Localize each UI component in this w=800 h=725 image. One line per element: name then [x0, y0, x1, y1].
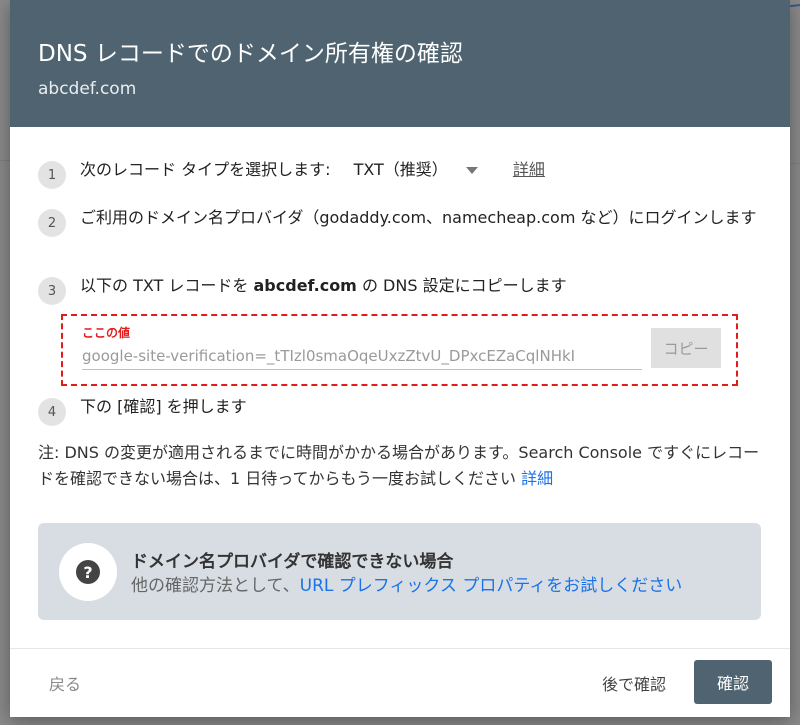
txt-record-highlight: ここの値 google-site-verification=_tTIzl0sma…: [61, 314, 738, 386]
alternative-method-box: ? ドメイン名プロバイダで確認できない場合 他の確認方法として、URL プレフィ…: [38, 523, 761, 620]
url-prefix-link[interactable]: URL プレフィックス プロパティをお試しください: [300, 576, 683, 596]
step-1: 1 次のレコード タイプを選択します: TXT（推奨） 詳細: [38, 158, 545, 189]
step-4-text: 下の [確認] を押します: [80, 397, 247, 416]
help-icon: ?: [59, 543, 117, 601]
dropdown-arrow-icon: [465, 166, 478, 174]
dialog-domain: abcdef.com: [38, 79, 137, 99]
step-number: 4: [38, 398, 66, 426]
copy-button[interactable]: コピー: [651, 328, 721, 368]
help-box-text: 他の確認方法として、: [131, 576, 300, 596]
annotation-label: ここの値: [82, 326, 131, 340]
record-type-select[interactable]: TXT（推奨）: [354, 158, 478, 182]
step-number: 1: [38, 161, 66, 189]
step-2-text: ご利用のドメイン名プロバイダ（godaddy.com、namecheap.com…: [80, 208, 757, 227]
step-1-text: 次のレコード タイプを選択します:: [80, 160, 331, 179]
step-3-text-before: 以下の TXT レコードを: [80, 276, 254, 295]
domain-verification-dialog: DNS レコードでのドメイン所有権の確認 abcdef.com 1 次のレコード…: [10, 0, 790, 717]
verify-button[interactable]: 確認: [694, 660, 772, 704]
help-box-title: ドメイン名プロバイダで確認できない場合: [131, 552, 454, 572]
detail-link[interactable]: 詳細: [513, 160, 545, 179]
step-number: 2: [38, 209, 66, 237]
dns-note: 注: DNS の変更が適用されるまでに時間がかかる場合があります。Search …: [38, 440, 768, 492]
dialog-title: DNS レコードでのドメイン所有権の確認: [38, 41, 463, 67]
txt-record-field[interactable]: google-site-verification=_tTIzl0smaOqeUx…: [82, 344, 642, 370]
step-4: 4 下の [確認] を押します: [38, 395, 247, 426]
note-text: 注: DNS の変更が適用されるまでに時間がかかる場合があります。Search …: [38, 443, 760, 488]
step-2: 2 ご利用のドメイン名プロバイダ（godaddy.com、namecheap.c…: [38, 206, 758, 237]
footer-divider: [10, 648, 790, 649]
back-button[interactable]: 戻る: [49, 671, 81, 695]
step-number: 3: [38, 277, 66, 305]
record-type-value: TXT（推奨）: [353, 160, 448, 179]
question-mark-icon: ?: [76, 560, 100, 584]
step-3: 3 以下の TXT レコードを abcdef.com の DNS 設定にコピーし…: [38, 274, 567, 305]
step-3-text-after: の DNS 設定にコピーします: [356, 276, 567, 295]
dialog-header: DNS レコードでのドメイン所有権の確認 abcdef.com: [10, 0, 790, 127]
step-3-domain: abcdef.com: [253, 276, 357, 295]
note-detail-link[interactable]: 詳細: [521, 469, 553, 488]
verify-later-button[interactable]: 後で確認: [602, 671, 666, 695]
